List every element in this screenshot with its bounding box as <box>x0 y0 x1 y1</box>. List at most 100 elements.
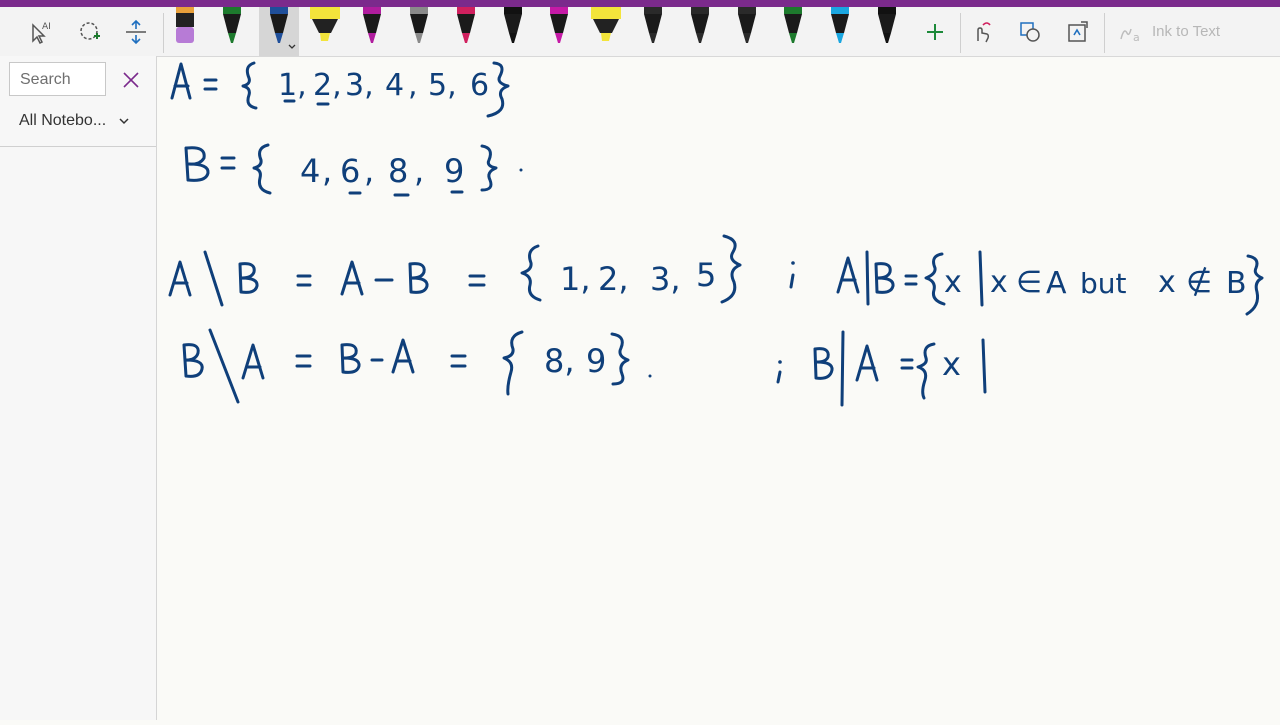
svg-text:1,: 1, <box>560 260 591 298</box>
pen-magenta-button[interactable] <box>539 7 579 56</box>
svg-text:9: 9 <box>444 152 464 190</box>
pen-dark-2-button[interactable] <box>680 7 720 56</box>
svg-text:x: x <box>990 265 1008 300</box>
ink-line-a-minus-b: 1, 2, 3, 5 x x ∈ A but x ∉ B <box>168 234 1264 316</box>
note-canvas[interactable]: 1, 2, 3, 4 , 5, 6 4 , 6 , 8 , 9 1, 2, 3,… <box>157 56 1280 720</box>
toolbar-separator <box>960 13 961 53</box>
pen-navy-icon <box>269 7 296 49</box>
pen-black-2-button[interactable] <box>867 7 907 56</box>
lasso-select-icon: AI <box>32 22 51 44</box>
svg-text:4: 4 <box>385 68 404 103</box>
pen-green-button[interactable] <box>212 7 252 56</box>
pen-purple-icon <box>363 7 382 43</box>
svg-text:B: B <box>1226 266 1247 301</box>
svg-text:but: but <box>1080 267 1127 300</box>
pen-black-icon <box>503 7 522 43</box>
touch-drawing-icon <box>977 21 991 42</box>
ink-to-shape-button[interactable] <box>1010 7 1050 56</box>
pen-black-button[interactable] <box>493 7 533 56</box>
pen-dark-button[interactable] <box>633 7 673 56</box>
plus-icon <box>927 23 943 40</box>
search-scope-dropdown[interactable]: All Notebo... <box>19 112 130 130</box>
svg-text:x: x <box>1158 265 1176 300</box>
close-search-button[interactable] <box>119 68 143 92</box>
add-space-icon <box>126 19 146 44</box>
svg-text:∉: ∉ <box>1186 265 1212 300</box>
ink-to-math-button[interactable] <box>1058 7 1098 56</box>
highlighter-yellow-2-icon <box>591 7 622 41</box>
pen-cyan-icon <box>831 7 850 43</box>
svg-text:8,: 8, <box>544 342 575 380</box>
pen-dark-3-icon <box>737 7 756 43</box>
pen-purple-button[interactable] <box>352 7 392 56</box>
svg-text:,: , <box>364 152 374 190</box>
pen-crimson-button[interactable] <box>446 7 486 56</box>
close-icon <box>123 72 139 88</box>
svg-text:6: 6 <box>340 152 360 190</box>
svg-text:∈: ∈ <box>1016 265 1042 300</box>
pen-dark-3-button[interactable] <box>727 7 767 56</box>
svg-text:6: 6 <box>470 68 489 103</box>
svg-text:2,: 2, <box>598 260 629 298</box>
svg-text:,: , <box>414 152 424 190</box>
svg-text:A: A <box>1046 266 1067 301</box>
sidebar-divider <box>0 146 156 147</box>
svg-text:,: , <box>322 152 332 190</box>
svg-text:8: 8 <box>388 152 408 190</box>
ink-to-math-icon <box>1068 20 1088 42</box>
highlighter-yellow-button[interactable] <box>305 7 345 56</box>
eraser-pen-icon <box>176 7 194 43</box>
pen-black-2-icon <box>878 7 896 43</box>
eraser-pen-button[interactable] <box>165 7 205 56</box>
svg-text:x: x <box>944 265 962 300</box>
pen-gray-pattern-icon <box>410 7 428 43</box>
ink-to-shape-icon <box>1020 21 1040 42</box>
svg-text:x: x <box>942 345 961 383</box>
touch-drawing-button[interactable] <box>962 7 1002 56</box>
svg-text:3,: 3, <box>345 68 374 103</box>
highlighter-yellow-icon <box>310 7 341 41</box>
highlighter-yellow-2-button[interactable] <box>586 7 626 56</box>
svg-text:3,: 3, <box>650 260 681 298</box>
ink-line-set-a: 1, 2, 3, 4 , 5, 6 <box>170 61 510 118</box>
pen-green-icon <box>222 7 241 43</box>
pen-navy-button[interactable] <box>258 7 299 56</box>
pen-green-2-icon <box>784 7 803 43</box>
svg-text:5,: 5, <box>428 68 457 103</box>
svg-text:AI: AI <box>42 22 51 32</box>
pen-dark-icon <box>644 7 662 43</box>
svg-text:a: a <box>1133 31 1140 44</box>
ink-line-b-minus-a: 8, 9 x <box>182 328 987 407</box>
svg-text:9: 9 <box>586 342 606 380</box>
toolbar-separator <box>163 13 164 53</box>
pen-gray-pattern-button[interactable] <box>399 7 439 56</box>
search-pane: All Notebo... <box>0 56 157 720</box>
svg-text:5: 5 <box>696 256 716 294</box>
pen-crimson-icon <box>456 7 475 43</box>
lasso-select-button[interactable]: AI <box>22 7 62 56</box>
svg-text:2,: 2, <box>313 68 342 103</box>
pen-cyan-button[interactable] <box>820 7 860 56</box>
lasso-button[interactable] <box>70 7 110 56</box>
toolbar-separator <box>1104 13 1105 53</box>
ink-line-set-b: 4 , 6 , 8 , 9 <box>184 143 523 197</box>
pen-dark-2-icon <box>690 7 709 43</box>
svg-text:,: , <box>408 68 418 103</box>
app-accent-bar <box>0 0 1280 7</box>
ink-to-text-icon: a <box>1120 28 1140 44</box>
lasso-icon <box>80 21 100 40</box>
search-box <box>9 62 110 96</box>
search-input[interactable] <box>18 64 110 96</box>
handwritten-ink: 1, 2, 3, 4 , 5, 6 4 , 6 , 8 , 9 1, 2, 3,… <box>168 61 1264 407</box>
pen-green-2-button[interactable] <box>773 7 813 56</box>
ink-to-text-label: Ink to Text <box>1152 23 1221 40</box>
svg-text:1,: 1, <box>278 68 307 103</box>
search-scope-label: All Notebo... <box>19 112 107 129</box>
pen-magenta-icon <box>550 7 569 43</box>
svg-text:4: 4 <box>300 152 320 190</box>
ink-to-text-button[interactable]: a Ink to Text <box>1118 7 1220 56</box>
draw-toolbar: AI <box>0 7 1280 57</box>
add-space-button[interactable] <box>116 7 156 56</box>
chevron-down-icon <box>119 118 129 125</box>
add-pen-button[interactable] <box>915 7 955 56</box>
